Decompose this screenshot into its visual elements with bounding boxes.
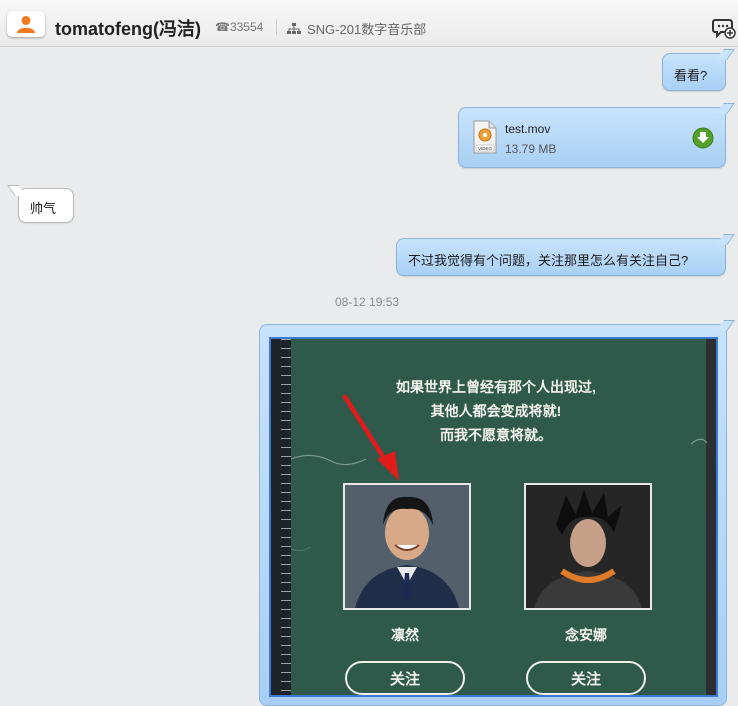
user-icon bbox=[17, 16, 35, 33]
contact-name[interactable]: tomatofeng(冯洁) bbox=[55, 15, 201, 41]
add-to-chat-button[interactable] bbox=[712, 17, 736, 39]
video-file-icon: VIDEO bbox=[473, 120, 497, 154]
contact-phone: ☎33554 bbox=[215, 20, 264, 34]
bubble-tail bbox=[716, 320, 735, 331]
bubble-tail bbox=[716, 103, 735, 114]
contact-avatar[interactable] bbox=[7, 11, 45, 37]
header-divider bbox=[276, 19, 277, 35]
org-chart-icon bbox=[287, 22, 301, 34]
download-icon[interactable] bbox=[692, 127, 714, 149]
file-type-label: VIDEO bbox=[478, 146, 493, 151]
bubble-tail bbox=[716, 49, 735, 60]
incoming-message[interactable]: 帅气 bbox=[18, 188, 74, 223]
shared-image[interactable]: 如果世界上曾经有那个人出现过, 其他人都会变成将就! 而我不愿意将就。 凛然 关… bbox=[269, 337, 718, 697]
message-timestamp: 08-12 19:53 bbox=[335, 295, 400, 309]
outgoing-message[interactable]: 不过我觉得有个问题，关注那里怎么有关注自己? bbox=[396, 238, 726, 276]
department-label: SNG-201数字音乐部 bbox=[307, 22, 427, 37]
contact-department: SNG-201数字音乐部 bbox=[287, 19, 426, 38]
chat-add-icon bbox=[712, 19, 736, 39]
bubble-tail bbox=[716, 234, 735, 245]
file-message[interactable]: VIDEO test.mov 13.79 MB bbox=[458, 107, 726, 168]
chat-header: tomatofeng(冯洁) ☎33554 SNG-201数字音乐部 bbox=[0, 0, 738, 47]
file-name[interactable]: test.mov bbox=[505, 122, 550, 136]
message-text: 看看? bbox=[674, 68, 708, 83]
message-text: 帅气 bbox=[30, 201, 57, 216]
red-arrow-annotation bbox=[342, 394, 399, 481]
file-size: 13.79 MB bbox=[505, 142, 557, 156]
message-text: 不过我觉得有个问题，关注那里怎么有关注自己? bbox=[408, 253, 689, 268]
